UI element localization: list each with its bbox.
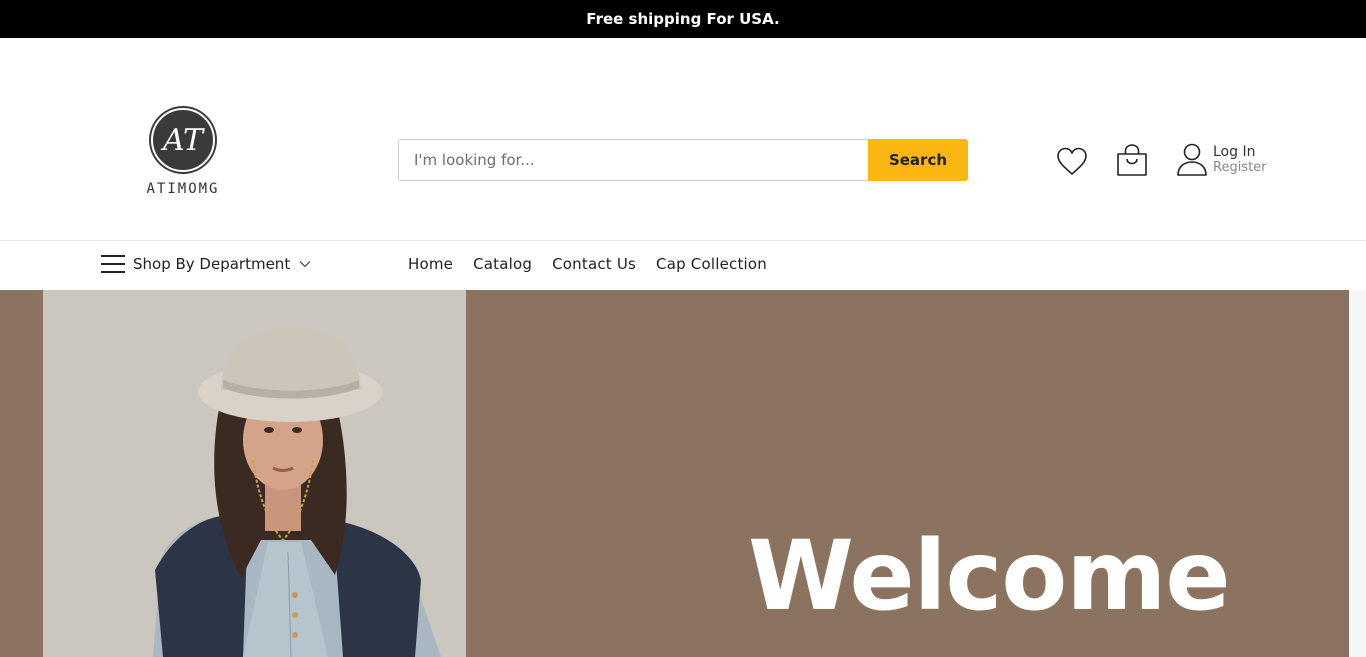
- account-button[interactable]: [1175, 142, 1209, 178]
- brand-name: ATIMOMG: [146, 181, 220, 197]
- brand-logo[interactable]: AT ATIMOMG: [140, 108, 226, 197]
- search-input[interactable]: [398, 139, 868, 181]
- shop-by-department-dropdown[interactable]: Shop By Department: [101, 255, 311, 273]
- hero-model-photo: [43, 290, 466, 657]
- hero-banner[interactable]: Welcome: [0, 290, 1349, 657]
- cart-button[interactable]: [1115, 143, 1149, 179]
- shopping-bag-icon: [1117, 144, 1147, 176]
- nav-link-catalog[interactable]: Catalog: [473, 255, 532, 273]
- main-navigation: Shop By Department Home Catalog Contact …: [0, 240, 1366, 291]
- hero-headline: Welcome: [748, 520, 1230, 632]
- search-button[interactable]: Search: [868, 139, 968, 181]
- register-link[interactable]: Register: [1213, 160, 1267, 176]
- user-icon: [1177, 143, 1207, 176]
- announcement-text: Free shipping For USA.: [586, 10, 780, 28]
- search-bar: Search: [398, 139, 968, 181]
- department-label: Shop By Department: [133, 255, 291, 273]
- announcement-bar: Free shipping For USA.: [0, 0, 1366, 38]
- account-links: Log In Register: [1213, 144, 1267, 176]
- nav-link-cap-collection[interactable]: Cap Collection: [656, 255, 767, 273]
- login-link[interactable]: Log In: [1213, 144, 1267, 160]
- wishlist-button[interactable]: [1055, 145, 1089, 179]
- site-header: AT ATIMOMG Search Log In Register: [0, 38, 1366, 240]
- nav-link-contact-us[interactable]: Contact Us: [552, 255, 636, 273]
- main-menu: Home Catalog Contact Us Cap Collection: [408, 255, 767, 273]
- nav-link-home[interactable]: Home: [408, 255, 453, 273]
- heart-icon: [1057, 147, 1087, 175]
- menu-icon: [101, 255, 125, 273]
- logo-monogram: AT: [151, 108, 215, 172]
- chevron-down-icon: [299, 261, 311, 268]
- page-scrollbar[interactable]: [1349, 290, 1366, 657]
